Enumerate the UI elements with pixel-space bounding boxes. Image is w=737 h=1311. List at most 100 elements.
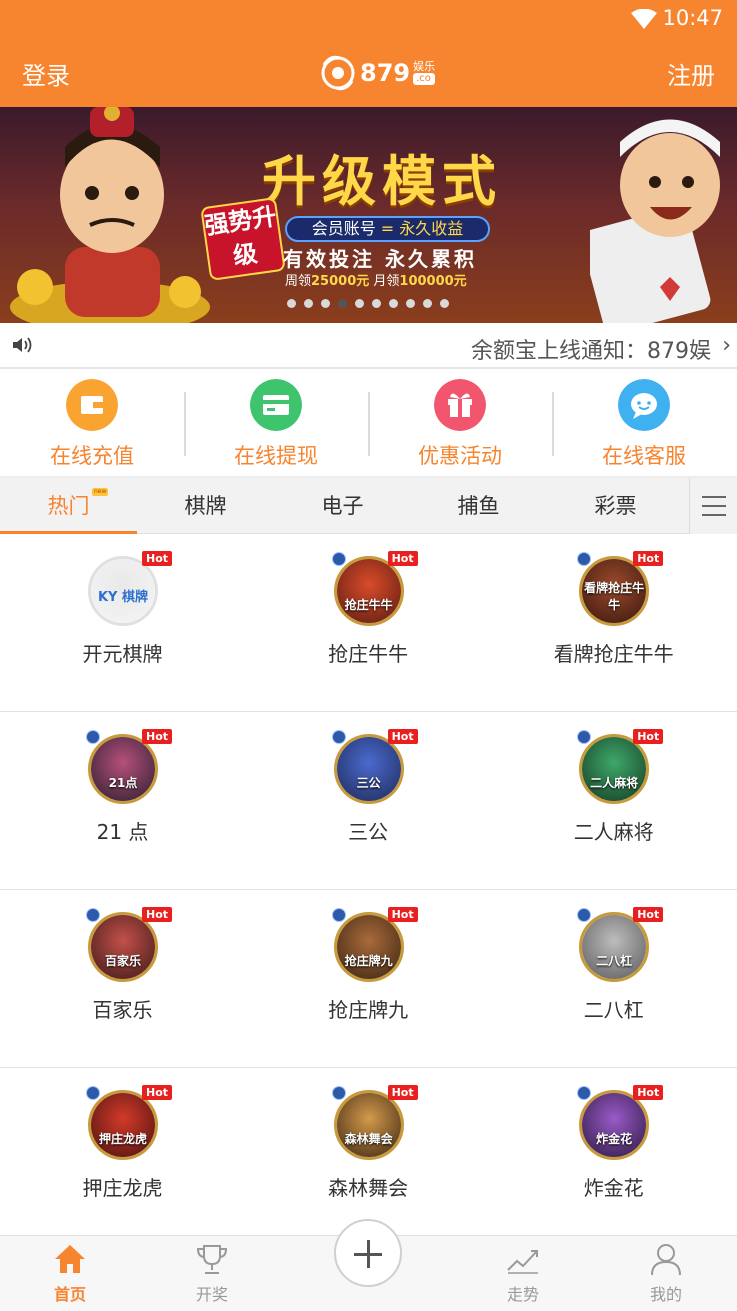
hamburger-menu-icon[interactable] bbox=[689, 478, 737, 534]
tab-electronic[interactable]: 电子 bbox=[274, 478, 411, 534]
banner-tag: 强势升级 bbox=[200, 197, 286, 281]
hot-badge: Hot bbox=[142, 551, 173, 566]
game-icon-caption: 炸金花 bbox=[596, 1132, 633, 1146]
game-icon: 二人麻将 bbox=[579, 734, 650, 804]
tab-fishing[interactable]: 捕鱼 bbox=[410, 478, 547, 534]
game-item[interactable]: 二八杠 Hot 二八杠 bbox=[491, 890, 737, 1067]
plus-button[interactable] bbox=[334, 1219, 402, 1287]
pagination-dot[interactable] bbox=[423, 299, 432, 308]
game-name: 炸金花 bbox=[583, 1176, 644, 1200]
small-a: 周领 bbox=[285, 274, 312, 289]
game-artwork bbox=[91, 915, 155, 979]
tab-badge: new bbox=[92, 488, 109, 496]
game-icon-caption: 21点 bbox=[108, 776, 138, 790]
nav-draw[interactable]: 开奖 bbox=[162, 1236, 262, 1311]
pagination-dot[interactable] bbox=[321, 299, 330, 308]
tab-chess-cards[interactable]: 棋牌 bbox=[137, 478, 274, 534]
quick-action-recharge[interactable]: 在线充值 bbox=[0, 370, 184, 478]
chat-icon bbox=[618, 379, 670, 431]
status-time: 10:47 bbox=[662, 6, 723, 30]
register-button[interactable]: 注册 bbox=[667, 56, 715, 91]
game-row: 21点 Hot 21 点三公 Hot 三公 二人麻将 Hot 二人麻将 bbox=[0, 712, 737, 890]
pagination-dot[interactable] bbox=[355, 299, 364, 308]
game-artwork bbox=[336, 1093, 401, 1157]
logo-sub: 娱乐 .co bbox=[413, 60, 436, 85]
quick-action-label: 在线客服 bbox=[602, 444, 686, 468]
quick-action-label: 优惠活动 bbox=[418, 444, 502, 468]
game-artwork bbox=[91, 1093, 155, 1157]
quick-actions: 在线充值 在线提现 优惠活动 在线客服 bbox=[0, 370, 737, 478]
game-item[interactable]: 三公 Hot 三公 bbox=[246, 712, 492, 889]
nav-home[interactable]: 首页 bbox=[20, 1236, 120, 1311]
game-item[interactable]: 抢庄牌九 Hot 抢庄牌九 bbox=[246, 890, 492, 1067]
card-icon bbox=[250, 379, 302, 431]
quick-action-support[interactable]: 在线客服 bbox=[552, 370, 736, 478]
game-item[interactable]: KY 棋牌 Hot 开元棋牌 bbox=[0, 534, 246, 711]
nav-mine[interactable]: 我的 bbox=[616, 1236, 716, 1311]
game-icon: KY 棋牌 bbox=[88, 556, 158, 626]
pagination-dot[interactable] bbox=[287, 299, 296, 308]
hot-badge: Hot bbox=[387, 551, 418, 566]
banner-member-pill: 会员账号 = 永久收益 bbox=[285, 216, 490, 242]
promo-banner[interactable]: 升级模式 强势升级 会员账号 = 永久收益 有效投注 永久累积 周领25000元… bbox=[0, 107, 737, 323]
banner-pagination bbox=[287, 299, 449, 308]
nav-trend[interactable]: 走势 bbox=[473, 1236, 573, 1311]
game-icon: 抢庄牛牛 bbox=[333, 556, 404, 626]
pagination-dot[interactable] bbox=[304, 299, 313, 308]
quick-action-withdraw[interactable]: 在线提现 bbox=[184, 370, 368, 478]
game-icon: 抢庄牌九 bbox=[333, 912, 404, 982]
pagination-dot[interactable] bbox=[406, 299, 415, 308]
tab-hot[interactable]: 热门 new bbox=[0, 478, 137, 534]
quick-action-promotions[interactable]: 优惠活动 bbox=[368, 370, 552, 478]
notice-bar[interactable]: 余额宝上线通知：879娱 › bbox=[0, 323, 737, 369]
game-icon-caption: 森林舞会 bbox=[344, 1132, 393, 1146]
game-artwork bbox=[336, 915, 401, 979]
game-item[interactable]: 百家乐 Hot 百家乐 bbox=[0, 890, 246, 1067]
logo-mark-icon bbox=[321, 55, 355, 91]
game-artwork bbox=[91, 737, 155, 801]
game-item[interactable]: 押庄龙虎 Hot 押庄龙虎 bbox=[0, 1068, 246, 1245]
game-artwork bbox=[582, 1093, 647, 1157]
game-icon-caption: KY 棋牌 bbox=[97, 590, 148, 605]
game-name: 二八杠 bbox=[583, 998, 644, 1022]
cartoon-character-left bbox=[10, 107, 210, 323]
login-button[interactable]: 登录 bbox=[22, 56, 70, 91]
game-item[interactable]: 二人麻将 Hot 二人麻将 bbox=[491, 712, 737, 889]
game-row: KY 棋牌 Hot 开元棋牌 抢庄牛牛 Hot 抢庄牛牛 看牌抢庄牛牛 Hot 看牌抢庄牛牛 bbox=[0, 534, 737, 712]
game-name: 抢庄牌九 bbox=[328, 998, 409, 1022]
hot-badge: Hot bbox=[387, 1085, 418, 1100]
hot-badge: Hot bbox=[387, 729, 418, 744]
logo-suffix: 娱乐 bbox=[413, 60, 436, 73]
category-tabs: 热门 new 棋牌 电子 捕鱼 彩票 bbox=[0, 478, 737, 534]
game-item[interactable]: 看牌抢庄牛牛 Hot 看牌抢庄牛牛 bbox=[491, 534, 737, 711]
game-item[interactable]: 21点 Hot 21 点 bbox=[0, 712, 246, 889]
game-icon: 二八杠 bbox=[579, 912, 650, 982]
game-icon-caption: 百家乐 bbox=[104, 954, 141, 968]
member-text-a: 会员账号 bbox=[311, 219, 376, 238]
game-icon-caption: 三公 bbox=[356, 776, 381, 790]
game-name: 21 点 bbox=[96, 820, 149, 844]
game-artwork bbox=[582, 915, 647, 979]
game-artwork bbox=[582, 737, 647, 801]
pagination-dot[interactable] bbox=[338, 299, 347, 308]
game-name: 森林舞会 bbox=[328, 1176, 409, 1200]
game-item[interactable]: 抢庄牛牛 Hot 抢庄牛牛 bbox=[246, 534, 492, 711]
provider-badge-icon bbox=[331, 552, 346, 566]
game-item[interactable]: 炸金花 Hot 炸金花 bbox=[491, 1068, 737, 1245]
home-icon bbox=[55, 1245, 85, 1273]
trophy-icon bbox=[196, 1245, 228, 1274]
game-icon: 21点 bbox=[88, 734, 158, 804]
game-icon-caption: 抢庄牌九 bbox=[344, 954, 393, 968]
wallet-icon bbox=[66, 379, 118, 431]
game-row: 百家乐 Hot 百家乐 抢庄牌九 Hot 抢庄牌九 二八杠 Hot 二八杠 bbox=[0, 890, 737, 1068]
app-screen: 10:47 登录 879 娱乐 .co 注册 升级模式 强势升级 会员账号 = … bbox=[0, 0, 737, 1311]
pagination-dot[interactable] bbox=[372, 299, 381, 308]
game-artwork bbox=[336, 559, 401, 623]
pagination-dot[interactable] bbox=[389, 299, 398, 308]
tab-lottery[interactable]: 彩票 bbox=[547, 478, 684, 534]
quick-action-label: 在线提现 bbox=[234, 444, 318, 468]
nav-label: 我的 bbox=[649, 1285, 682, 1304]
hot-badge: Hot bbox=[387, 907, 418, 922]
game-name: 看牌抢庄牛牛 bbox=[553, 642, 674, 666]
pagination-dot[interactable] bbox=[440, 299, 449, 308]
